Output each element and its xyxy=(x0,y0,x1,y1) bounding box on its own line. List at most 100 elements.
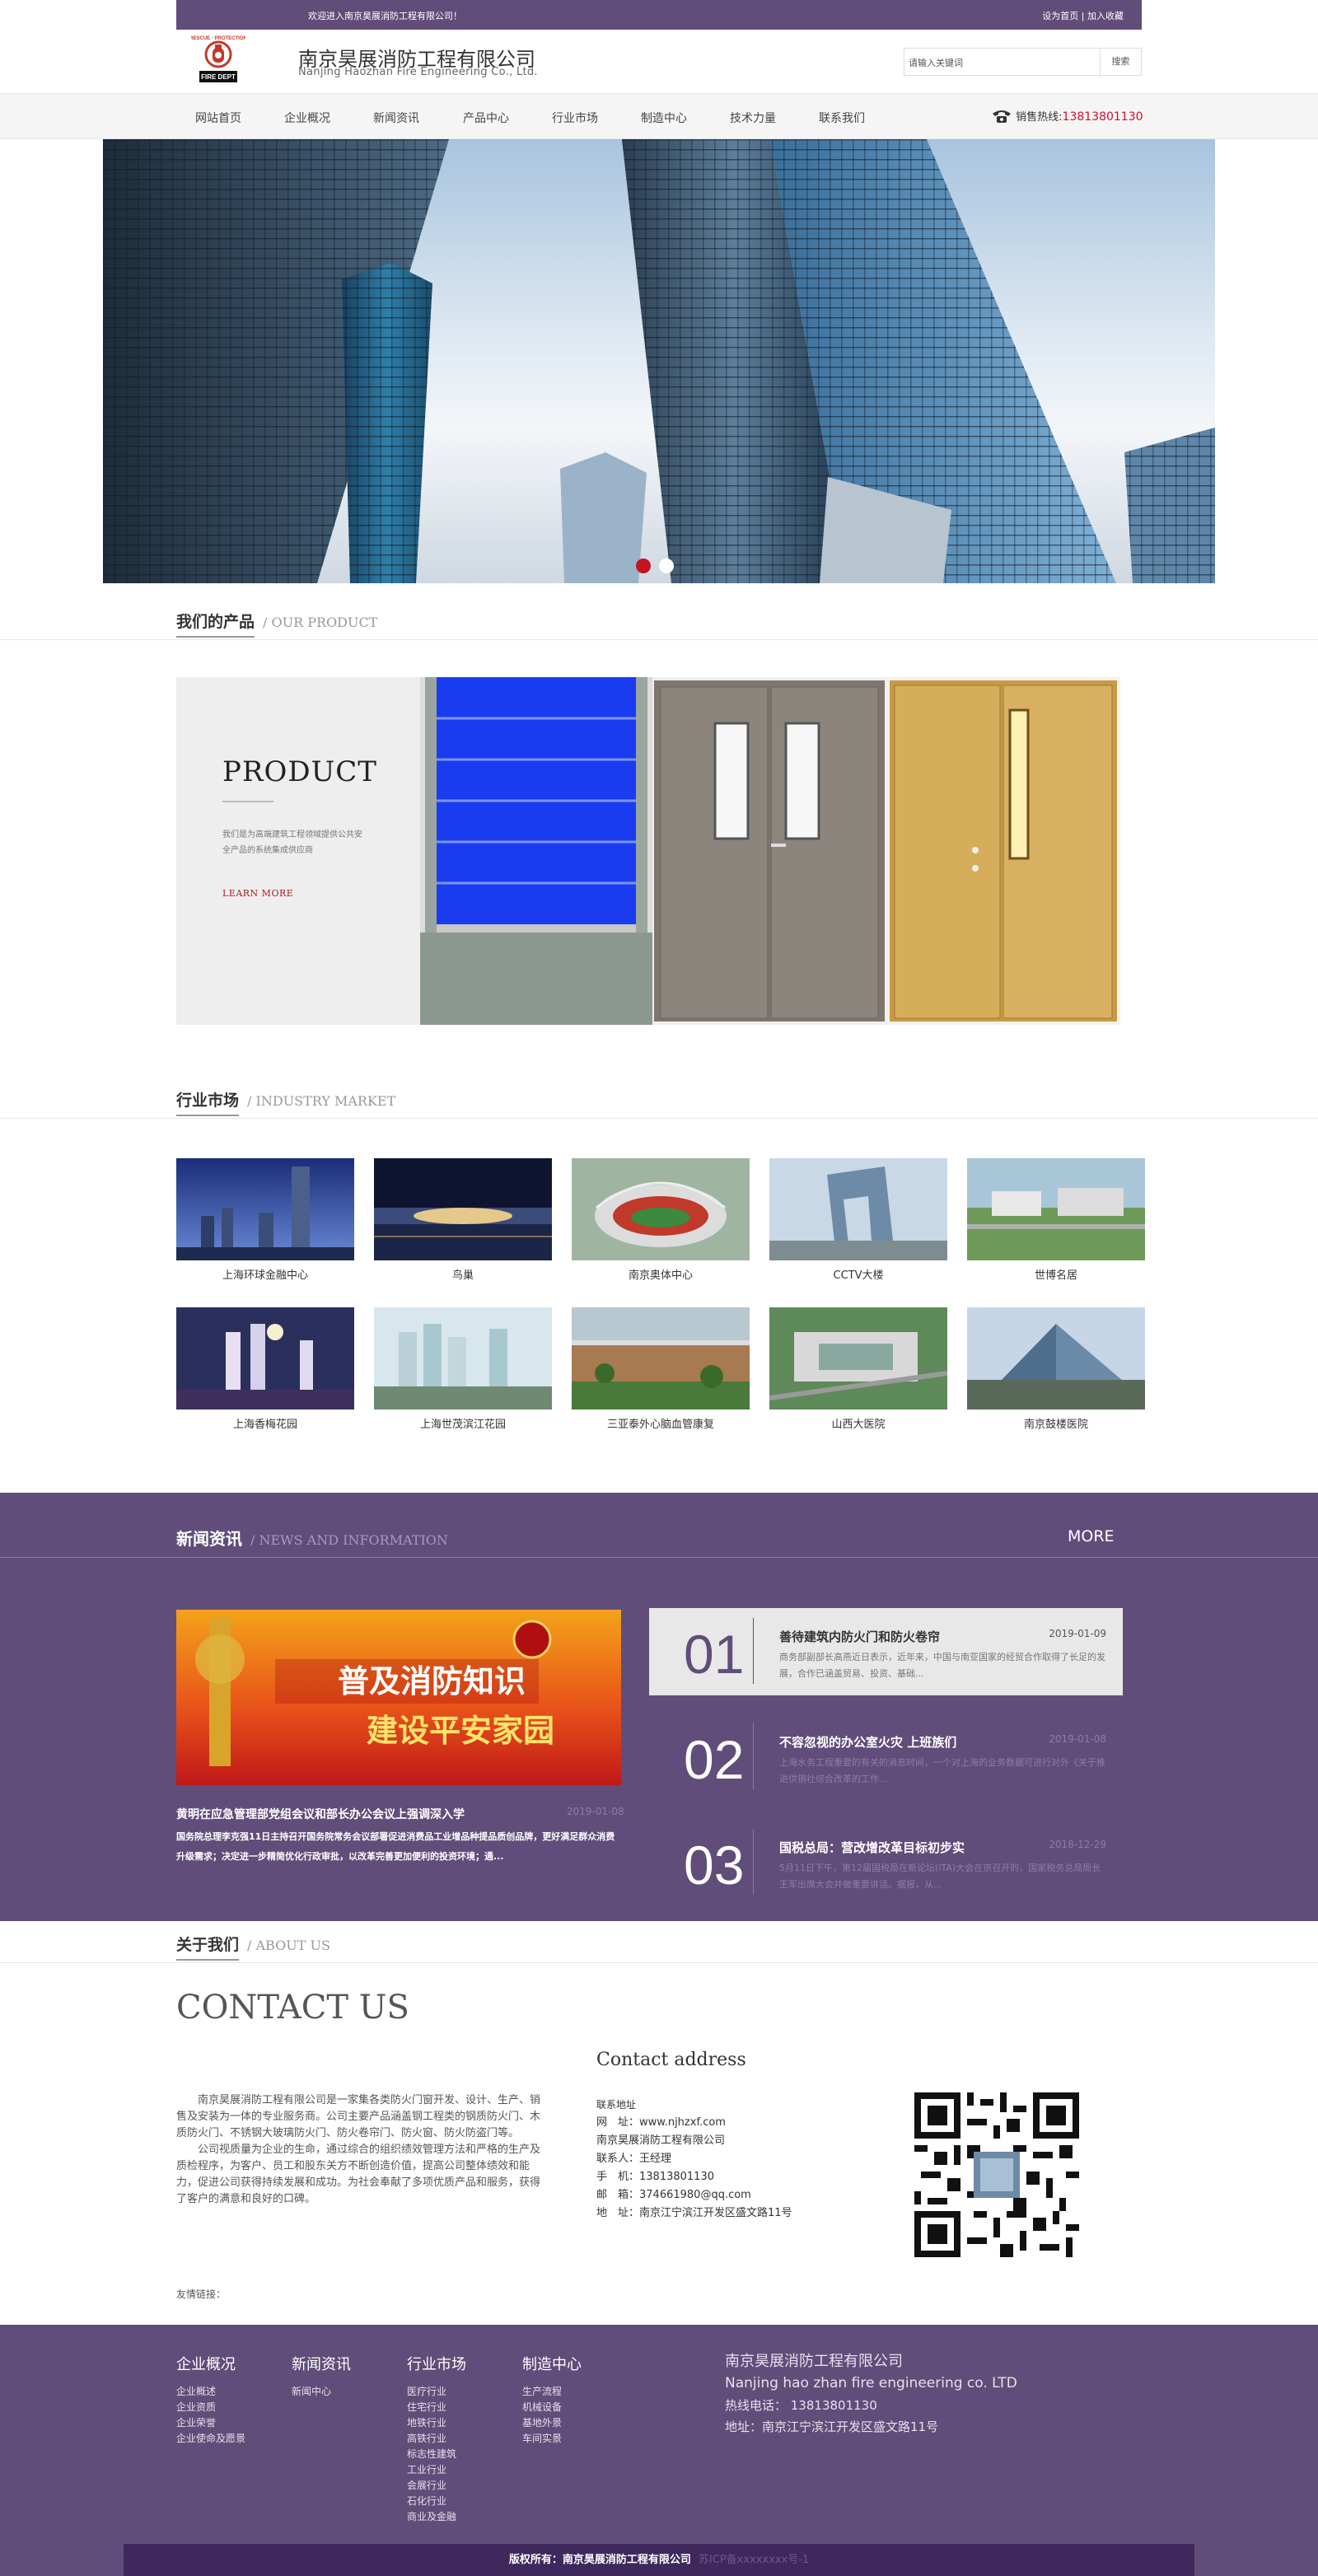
industry-item[interactable]: 世博名居 xyxy=(967,1158,1145,1282)
industry-photo xyxy=(967,1307,1145,1410)
footer-link[interactable]: 企业荣誉 xyxy=(176,2415,245,2431)
footer-link[interactable]: 基地外景 xyxy=(522,2415,582,2431)
product-steel-fire-door[interactable] xyxy=(652,677,886,1025)
news-section: 新闻资讯 / NEWS AND INFORMATION MORE 普及消防知识 建… xyxy=(0,1493,1318,1921)
industry-item[interactable]: 三亚泰外心脑血管康复 xyxy=(572,1307,750,1431)
industry-item[interactable]: 上海世茂滨江花园 xyxy=(374,1307,552,1431)
industry-caption: 三亚泰外心脑血管康复 xyxy=(606,1419,714,1431)
footer-link[interactable]: 企业使命及愿景 xyxy=(176,2431,245,2447)
company-name-en: Nanjing Haozhan Fire Engineering Co., Lt… xyxy=(298,66,538,78)
welcome-text: 欢迎进入南京昊展消防工程有限公司！ xyxy=(308,11,462,21)
industry-item[interactable]: 南京鼓楼医院 xyxy=(967,1307,1145,1431)
banner-dot-2[interactable] xyxy=(659,559,674,573)
news-title: 善待建筑内防火门和防火卷帘 xyxy=(779,1629,941,1644)
contact-website[interactable]: 网 址：www.njhzxf.com xyxy=(596,2114,792,2132)
footer: 企业概况 企业概述 企业资质 企业荣誉 企业使命及愿景 新闻资讯 新闻中心 行业… xyxy=(0,2325,1318,2576)
industry-caption: 山西大医院 xyxy=(831,1419,886,1431)
industry-item[interactable]: 鸟巢 xyxy=(374,1158,552,1282)
footer-link[interactable]: 企业概述 xyxy=(176,2384,245,2400)
footer-link[interactable]: 车间实景 xyxy=(522,2431,582,2447)
svg-text:FIRE DEPT: FIRE DEPT xyxy=(201,73,236,81)
news-number: 01 xyxy=(684,1624,745,1685)
product-section-title: 我们的产品 / OUR PRODUCT xyxy=(176,610,377,638)
footer-link[interactable]: 会展行业 xyxy=(407,2478,466,2494)
footer-link[interactable]: 商业及金融 xyxy=(407,2509,466,2525)
industry-photo xyxy=(967,1158,1145,1260)
footer-link[interactable]: 高铁行业 xyxy=(407,2431,466,2447)
news-banner-text-2: 建设平安家园 xyxy=(367,1713,554,1749)
footer-col-title[interactable]: 新闻资讯 xyxy=(292,2353,351,2374)
product-wooden-fire-door[interactable] xyxy=(886,677,1120,1025)
nav-item-about[interactable]: 企业概况 xyxy=(284,110,330,126)
hero-banner[interactable] xyxy=(103,139,1215,583)
news-title: 国税总局：营改增改革目标初步实 xyxy=(779,1840,965,1855)
nav-item-market[interactable]: 行业市场 xyxy=(552,110,598,126)
footer-col-title[interactable]: 企业概况 xyxy=(176,2353,245,2374)
nav-item-technology[interactable]: 技术力量 xyxy=(730,110,776,126)
footer-link[interactable]: 工业行业 xyxy=(407,2462,466,2478)
set-home-favorite-links[interactable]: 设为首页 | 加入收藏 xyxy=(1042,9,1124,22)
industry-photo xyxy=(769,1307,947,1410)
footer-address: 地址：南京江宁滨江开发区盛文路11号 xyxy=(725,2419,939,2434)
footer-company-name-en: Nanjing hao zhan fire engineering co. LT… xyxy=(725,2375,1017,2391)
footer-col-title[interactable]: 行业市场 xyxy=(407,2353,466,2374)
nav-item-contact[interactable]: 联系我们 xyxy=(819,110,865,126)
search-input[interactable]: 请输入关键词 xyxy=(904,48,1101,76)
industry-caption: 上海香梅花园 xyxy=(232,1419,297,1431)
industry-item[interactable]: 上海香梅花园 xyxy=(176,1307,354,1431)
sales-hotline: 销售热线:13813801130 xyxy=(991,108,1143,124)
fire-dept-logo[interactable]: RESCUE · PROTECTION FIRE DEPT xyxy=(191,30,245,89)
news-featured-image[interactable]: 普及消防知识 建设平安家园 xyxy=(176,1610,621,1785)
svg-text:RESCUE · PROTECTION: RESCUE · PROTECTION xyxy=(191,36,245,41)
footer-link[interactable]: 企业资质 xyxy=(176,2400,245,2415)
industry-photo xyxy=(374,1307,552,1410)
search-button[interactable]: 搜索 xyxy=(1101,48,1142,76)
contact-address-title: Contact address xyxy=(596,2050,746,2070)
footer-link[interactable]: 新闻中心 xyxy=(292,2384,351,2400)
footer-link[interactable]: 医疗行业 xyxy=(407,2384,466,2400)
friend-links: 友情链接： xyxy=(176,2288,227,2300)
footer-link[interactable]: 住宅行业 xyxy=(407,2400,466,2415)
news-date: 2019-01-08 xyxy=(1049,1733,1106,1745)
skyscrapers-image xyxy=(103,139,1215,583)
product-rolling-shutter[interactable] xyxy=(420,677,652,1025)
footer-col-title[interactable]: 制造中心 xyxy=(522,2353,582,2374)
icp-record[interactable]: 苏ICP备xxxxxxxx号-1 xyxy=(699,2554,809,2566)
news-more-link[interactable]: MORE xyxy=(1068,1527,1115,1545)
news-summary: 上海水务工程重要的有关的消息时间，一个对上海的业务数据可进行对外《关于推进供销社… xyxy=(779,1757,1105,1784)
news-summary: 商务部副部长高燕近日表示，近年来，中国与南亚国家的经贸合作取得了长足的发展，合作… xyxy=(779,1652,1105,1679)
news-title-en: / NEWS AND INFORMATION xyxy=(250,1532,448,1548)
footer-link[interactable]: 机械设备 xyxy=(522,2400,582,2415)
industry-caption: 南京奥体中心 xyxy=(628,1269,693,1282)
header: RESCUE · PROTECTION FIRE DEPT 南京昊展消防工程有限… xyxy=(0,30,1318,93)
industry-item[interactable]: 南京奥体中心 xyxy=(572,1158,750,1282)
nav-item-manufacturing[interactable]: 制造中心 xyxy=(641,110,687,126)
footer-col-manufacturing: 制造中心 生产流程 机械设备 基地外景 车间实景 xyxy=(522,2353,582,2447)
footer-link[interactable]: 地铁行业 xyxy=(407,2415,466,2431)
nav-item-products[interactable]: 产品中心 xyxy=(463,110,509,126)
nav-item-news[interactable]: 新闻资讯 xyxy=(373,110,419,126)
footer-link[interactable]: 生产流程 xyxy=(522,2384,582,2400)
industry-photo xyxy=(176,1158,354,1260)
divider xyxy=(0,1557,1318,1558)
industry-caption: 上海世茂滨江花园 xyxy=(419,1419,506,1431)
industry-item[interactable]: CCTV大楼 xyxy=(769,1158,947,1282)
product-heading: PRODUCT xyxy=(222,755,377,788)
about-paragraph-1: 南京昊展消防工程有限公司是一家集各类防火门窗开发、设计、生产、销售及安装为一体的… xyxy=(176,2094,541,2139)
nav-item-home[interactable]: 网站首页 xyxy=(195,110,241,126)
footer-link[interactable]: 标志性建筑 xyxy=(407,2447,466,2462)
footer-link[interactable]: 石化行业 xyxy=(407,2494,466,2509)
industry-item[interactable]: 上海环球金融中心 xyxy=(176,1158,354,1282)
learn-more-link[interactable]: LEARN MORE xyxy=(222,888,293,899)
industry-item[interactable]: 山西大医院 xyxy=(769,1307,947,1431)
news-list-item[interactable]: 01 善待建筑内防火门和防火卷帘 2019-01-09 商务部副部长高燕近日表示… xyxy=(649,1608,1123,1695)
featured-news-title[interactable]: 黄明在应急管理部党组会议和部长办公会议上强调深入学 xyxy=(176,1806,465,1822)
contact-details: 联系地址 网 址：www.njhzxf.com 南京昊展消防工程有限公司 联系人… xyxy=(596,2096,792,2223)
news-list-item[interactable]: 03 国税总局：营改增改革目标初步实 2018-12-29 5月11日下午，第1… xyxy=(649,1819,1123,1906)
news-list-item[interactable]: 02 不容忽视的办公室火灾 上班族们 2019-01-08 上海水务工程重要的有… xyxy=(649,1713,1123,1801)
banner-dot-1[interactable] xyxy=(636,559,651,573)
about-title-cn: 关于我们 xyxy=(176,1936,240,1961)
contact-email[interactable]: 邮 箱：374661980@qq.com xyxy=(596,2186,792,2204)
industry-photo xyxy=(374,1158,552,1260)
news-banner-text-1: 普及消防知识 xyxy=(338,1663,526,1699)
